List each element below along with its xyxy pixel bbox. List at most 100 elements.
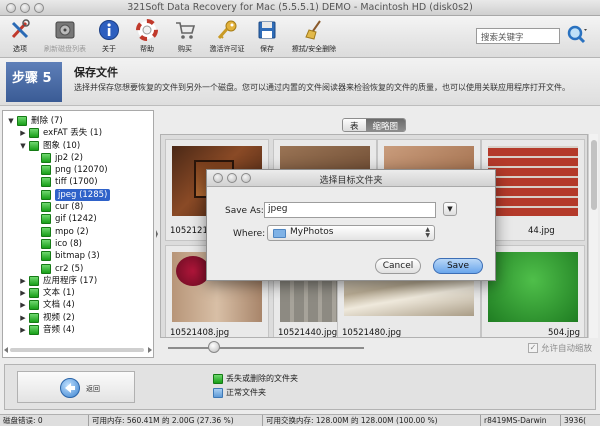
thumbnail-item[interactable]: 44.jpg (481, 139, 585, 241)
green-checkbox-icon[interactable] (41, 226, 51, 237)
tree-item[interactable]: ico (8) (3, 238, 153, 250)
tab-list-view[interactable]: 表 (343, 119, 366, 131)
status-host: r8419MS-Darwin (480, 415, 547, 426)
green-checkbox-icon[interactable] (41, 238, 51, 249)
info-icon (98, 19, 120, 41)
legend-normal-label: 正常文件夹 (226, 388, 266, 397)
thumbnail-vertical-scrollbar[interactable] (588, 134, 598, 338)
tree-item[interactable]: ▼ 图象 (10) (3, 140, 153, 152)
folder-icon (273, 229, 286, 238)
thumbnail-image (488, 252, 578, 322)
tree-item[interactable]: ▶ 文档 (4) (3, 299, 153, 311)
refresh-disks-label: 刷新磁盘列表 (44, 45, 86, 53)
about-button[interactable]: 关于 (96, 19, 122, 54)
tree-item[interactable]: cur (8) (3, 201, 153, 213)
green-checkbox-icon[interactable] (29, 325, 39, 336)
tree-item[interactable]: ▶ 视频 (2) (3, 312, 153, 324)
green-checkbox-icon[interactable] (29, 312, 39, 323)
collapsed-triangle-icon[interactable]: ▶ (19, 324, 27, 336)
collapsed-triangle-icon[interactable]: ▶ (19, 287, 27, 299)
auto-zoom-label: 允许自动缩放 (541, 344, 593, 354)
zoom-slider[interactable] (168, 341, 364, 353)
green-checkbox-icon[interactable] (41, 177, 51, 188)
tree-item-label: tiff (1700) (55, 177, 98, 188)
tree-item[interactable]: gif (1242) (3, 213, 153, 225)
save-toolbar-label: 保存 (260, 45, 274, 53)
status-bar: 磁盘错误: 0 可用内存: 560.41M 的 2.00G (27.36 %) … (0, 414, 600, 426)
green-checkbox-icon[interactable] (29, 300, 39, 311)
tree-item-label: 图象 (10) (43, 140, 81, 151)
tree-item-label: png (12070) (55, 165, 108, 176)
collapsed-triangle-icon[interactable]: ▶ (19, 127, 27, 139)
green-checkbox-icon[interactable] (41, 189, 51, 200)
expand-browser-button[interactable]: ▼ (443, 202, 457, 216)
about-label: 关于 (102, 45, 116, 53)
folder-legend: 丢失或删除的文件夹 正常文件夹 (213, 373, 298, 401)
collapsed-triangle-icon[interactable]: ▶ (19, 275, 27, 287)
title-bar: 321Soft Data Recovery for Mac (5.5.5.1) … (0, 0, 600, 16)
tree-item[interactable]: bitmap (3) (3, 250, 153, 262)
window-title: 321Soft Data Recovery for Mac (5.5.5.1) … (127, 2, 473, 13)
back-button[interactable]: 返回 (17, 371, 135, 403)
tree-item[interactable]: png (12070) (3, 164, 153, 176)
status-disk-errors: 磁盘错误: 0 (3, 416, 43, 425)
expanded-triangle-icon[interactable]: ▼ (19, 140, 27, 152)
tree-item[interactable]: jp2 (2) (3, 152, 153, 164)
file-tree: ▼ 删除 (7) ▶ exFAT 丢失 (1) ▼ 图象 (10) jp2 (2) png (… (2, 110, 154, 358)
green-checkbox-icon[interactable] (41, 251, 51, 262)
tree-item[interactable]: mpo (2) (3, 226, 153, 238)
collapsed-triangle-icon[interactable]: ▶ (19, 299, 27, 311)
green-checkbox-icon[interactable] (29, 288, 39, 299)
tree-item[interactable]: cr2 (5) (3, 263, 153, 275)
save-button[interactable]: Save (433, 258, 483, 274)
search-icon[interactable] (565, 24, 589, 46)
floppy-icon (256, 19, 278, 41)
tree-item[interactable]: ▼ 删除 (7) (3, 115, 153, 127)
key-icon (216, 19, 238, 41)
green-checkbox-icon[interactable] (29, 140, 39, 151)
where-select[interactable]: MyPhotos ▲ ▼ (267, 225, 435, 241)
scrollbar-knob[interactable] (591, 140, 597, 210)
auto-zoom-checkbox[interactable]: ✓ 允许自动缩放 (528, 342, 592, 354)
search-input[interactable]: 搜索关键字 (476, 28, 560, 44)
blue-folder-icon (213, 388, 223, 398)
dialog-title: 选择目标文件夹 (319, 176, 383, 186)
green-checkbox-icon[interactable] (41, 165, 51, 176)
green-checkbox-icon[interactable] (41, 202, 51, 213)
activate-license-button[interactable]: 激活许可证 (206, 19, 248, 54)
green-checkbox-icon[interactable] (29, 128, 39, 139)
tree-item[interactable]: tiff (1700) (3, 176, 153, 188)
wipe-secure-delete-button[interactable]: 擦拭/安全删除 (286, 19, 342, 54)
status-memory: 可用内存: 560.41M 的 2.00G (27.36 %) (88, 415, 234, 426)
green-checkbox-icon[interactable] (29, 275, 39, 286)
expanded-triangle-icon[interactable]: ▼ (7, 115, 15, 127)
green-checkbox-icon[interactable] (41, 263, 51, 274)
thumbnail-item[interactable]: 504.jpg (481, 245, 585, 337)
zoom-knob[interactable] (208, 341, 220, 353)
collapsed-triangle-icon[interactable]: ▶ (19, 312, 27, 324)
tree-item-label: bitmap (3) (55, 251, 100, 262)
buy-button[interactable]: 购买 (172, 19, 198, 54)
legend-lost-label: 丢失或删除的文件夹 (226, 374, 298, 383)
tab-thumbnail-view[interactable]: 缩略图 (365, 119, 406, 131)
checkbox-icon[interactable]: ✓ (528, 343, 538, 353)
help-button[interactable]: 帮助 (134, 19, 160, 54)
cancel-button[interactable]: Cancel (375, 258, 421, 274)
green-checkbox-icon[interactable] (41, 152, 51, 163)
tree-item[interactable]: ▶ exFAT 丢失 (1) (3, 127, 153, 139)
where-label: Where: (233, 229, 266, 239)
tree-horizontal-scrollbar[interactable] (2, 343, 154, 357)
tree-item[interactable]: ▶ 音频 (4) (3, 324, 153, 336)
tree-item[interactable]: ▶ 应用程序 (17) (3, 275, 153, 287)
save-as-field[interactable]: jpeg (264, 202, 436, 218)
options-button[interactable]: 选项 (6, 19, 34, 54)
green-checkbox-icon[interactable] (17, 116, 27, 126)
tree-item-label: 删除 (7) (31, 116, 63, 126)
refresh-disks-button[interactable]: 刷新磁盘列表 (40, 19, 90, 54)
panel-splitter[interactable] (156, 110, 158, 358)
tree-item-label: gif (1242) (55, 214, 97, 225)
tree-item[interactable]: jpeg (1285) (3, 188, 153, 201)
tree-item[interactable]: ▶ 文本 (1) (3, 287, 153, 299)
save-toolbar-button[interactable]: 保存 (254, 19, 280, 54)
green-checkbox-icon[interactable] (41, 214, 51, 225)
